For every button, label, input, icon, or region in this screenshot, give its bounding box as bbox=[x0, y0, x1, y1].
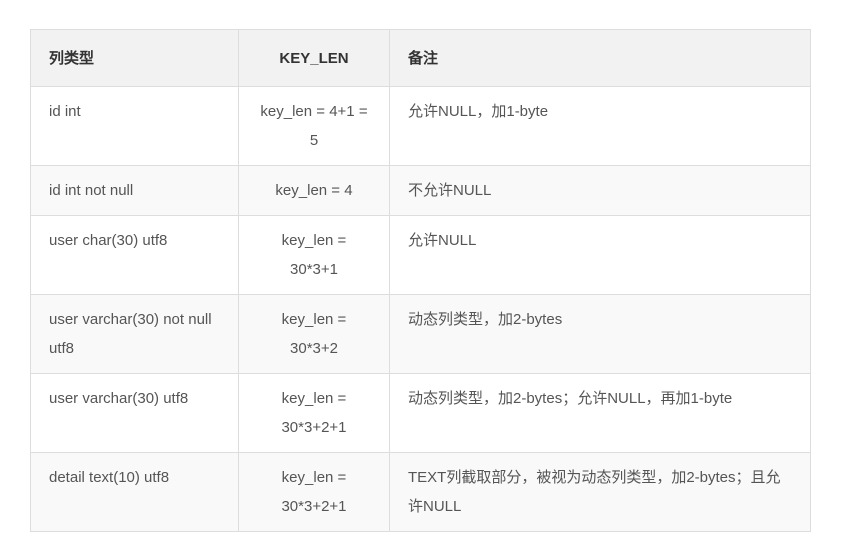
cell-column-type: id int not null bbox=[30, 165, 239, 216]
cell-key-len: key_len = 4+1 = 5 bbox=[238, 86, 390, 166]
table-row: user varchar(30) utf8 key_len = 30*3+2+1… bbox=[30, 373, 811, 453]
cell-column-type: id int bbox=[30, 86, 239, 166]
key-len-table: 列类型 KEY_LEN 备注 id int key_len = 4+1 = 5 … bbox=[30, 29, 811, 532]
cell-key-len: key_len = 30*3+2+1 bbox=[238, 452, 390, 532]
cell-remark: 动态列类型，加2-bytes；允许NULL，再加1-byte bbox=[389, 373, 811, 453]
table-row: id int key_len = 4+1 = 5 允许NULL，加1-byte bbox=[30, 86, 811, 166]
cell-remark: 允许NULL bbox=[389, 215, 811, 295]
table-row: id int not null key_len = 4 不允许NULL bbox=[30, 165, 811, 216]
table-header-row: 列类型 KEY_LEN 备注 bbox=[30, 29, 811, 87]
header-key-len: KEY_LEN bbox=[238, 29, 390, 87]
cell-remark: 不允许NULL bbox=[389, 165, 811, 216]
cell-remark: TEXT列截取部分，被视为动态列类型，加2-bytes；且允许NULL bbox=[389, 452, 811, 532]
cell-remark: 动态列类型，加2-bytes bbox=[389, 294, 811, 374]
header-remark: 备注 bbox=[389, 29, 811, 87]
cell-key-len: key_len = 30*3+2 bbox=[238, 294, 390, 374]
header-column-type: 列类型 bbox=[30, 29, 239, 87]
table-row: detail text(10) utf8 key_len = 30*3+2+1 … bbox=[30, 452, 811, 532]
cell-key-len: key_len = 4 bbox=[238, 165, 390, 216]
cell-column-type: user varchar(30) not null utf8 bbox=[30, 294, 239, 374]
cell-remark: 允许NULL，加1-byte bbox=[389, 86, 811, 166]
cell-key-len: key_len = 30*3+2+1 bbox=[238, 373, 390, 453]
cell-column-type: user char(30) utf8 bbox=[30, 215, 239, 295]
cell-key-len: key_len = 30*3+1 bbox=[238, 215, 390, 295]
table-row: user char(30) utf8 key_len = 30*3+1 允许NU… bbox=[30, 215, 811, 295]
table-row: user varchar(30) not null utf8 key_len =… bbox=[30, 294, 811, 374]
key-len-table-container: 列类型 KEY_LEN 备注 id int key_len = 4+1 = 5 … bbox=[30, 29, 811, 532]
cell-column-type: user varchar(30) utf8 bbox=[30, 373, 239, 453]
cell-column-type: detail text(10) utf8 bbox=[30, 452, 239, 532]
